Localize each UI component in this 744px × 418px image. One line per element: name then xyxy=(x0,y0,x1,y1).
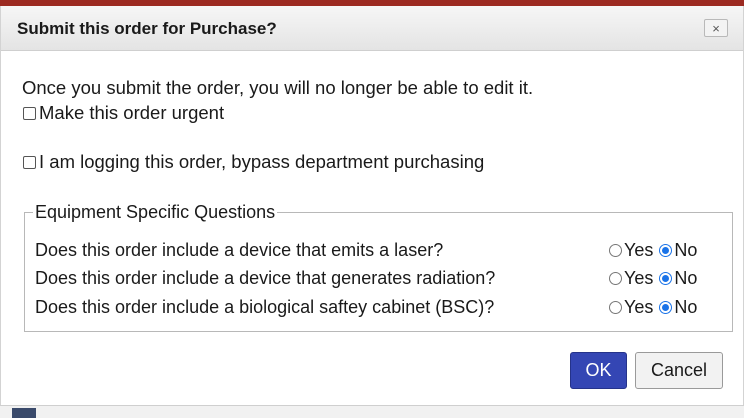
laser-no-label: No xyxy=(674,240,698,260)
question-radiation-text: Does this order include a device that ge… xyxy=(35,268,496,288)
urgent-checkbox-label: Make this order urgent xyxy=(39,102,225,123)
bsc-no-label: No xyxy=(674,297,698,317)
laser-no-radio[interactable] xyxy=(659,244,673,257)
close-icon[interactable]: × xyxy=(704,19,728,37)
cancel-button[interactable]: Cancel xyxy=(635,352,723,389)
bsc-radio-group: Yes No xyxy=(609,297,703,318)
radiation-yes-label: Yes xyxy=(624,268,654,288)
question-bsc-text: Does this order include a biological saf… xyxy=(35,297,495,317)
bypass-purchasing-checkbox-row[interactable]: I am logging this order, bypass departme… xyxy=(23,151,484,173)
ok-button[interactable]: OK xyxy=(570,352,627,389)
urgent-checkbox[interactable] xyxy=(23,106,36,120)
equipment-questions-fieldset: Equipment Specific Questions Does this o… xyxy=(24,202,733,332)
laser-yes-label: Yes xyxy=(624,240,654,260)
urgent-checkbox-row[interactable]: Make this order urgent xyxy=(23,102,224,124)
bypass-purchasing-checkbox-label: I am logging this order, bypass departme… xyxy=(39,151,485,172)
bsc-yes-radio[interactable] xyxy=(609,301,622,314)
submit-order-dialog: Submit this order for Purchase? × Once y… xyxy=(0,6,744,405)
dialog-titlebar: Submit this order for Purchase? × xyxy=(1,6,743,51)
question-row-laser: Does this order include a device that em… xyxy=(35,240,725,264)
bypass-purchasing-checkbox[interactable] xyxy=(23,155,36,169)
bsc-yes-label: Yes xyxy=(624,297,654,317)
radiation-yes-radio[interactable] xyxy=(609,272,622,285)
dialog-message: Once you submit the order, you will no l… xyxy=(22,77,534,98)
laser-radio-group: Yes No xyxy=(609,240,703,261)
question-laser-text: Does this order include a device that em… xyxy=(35,240,444,260)
bsc-no-radio[interactable] xyxy=(659,301,673,314)
dialog-title: Submit this order for Purchase? xyxy=(17,19,277,38)
radiation-no-radio[interactable] xyxy=(659,272,673,285)
equipment-questions-legend: Equipment Specific Questions xyxy=(33,202,278,223)
question-row-bsc: Does this order include a biological saf… xyxy=(35,297,725,321)
laser-yes-radio[interactable] xyxy=(609,244,622,257)
background-page-strip xyxy=(0,405,744,418)
radiation-radio-group: Yes No xyxy=(609,268,703,289)
radiation-no-label: No xyxy=(674,268,698,288)
question-row-radiation: Does this order include a device that ge… xyxy=(35,268,725,292)
